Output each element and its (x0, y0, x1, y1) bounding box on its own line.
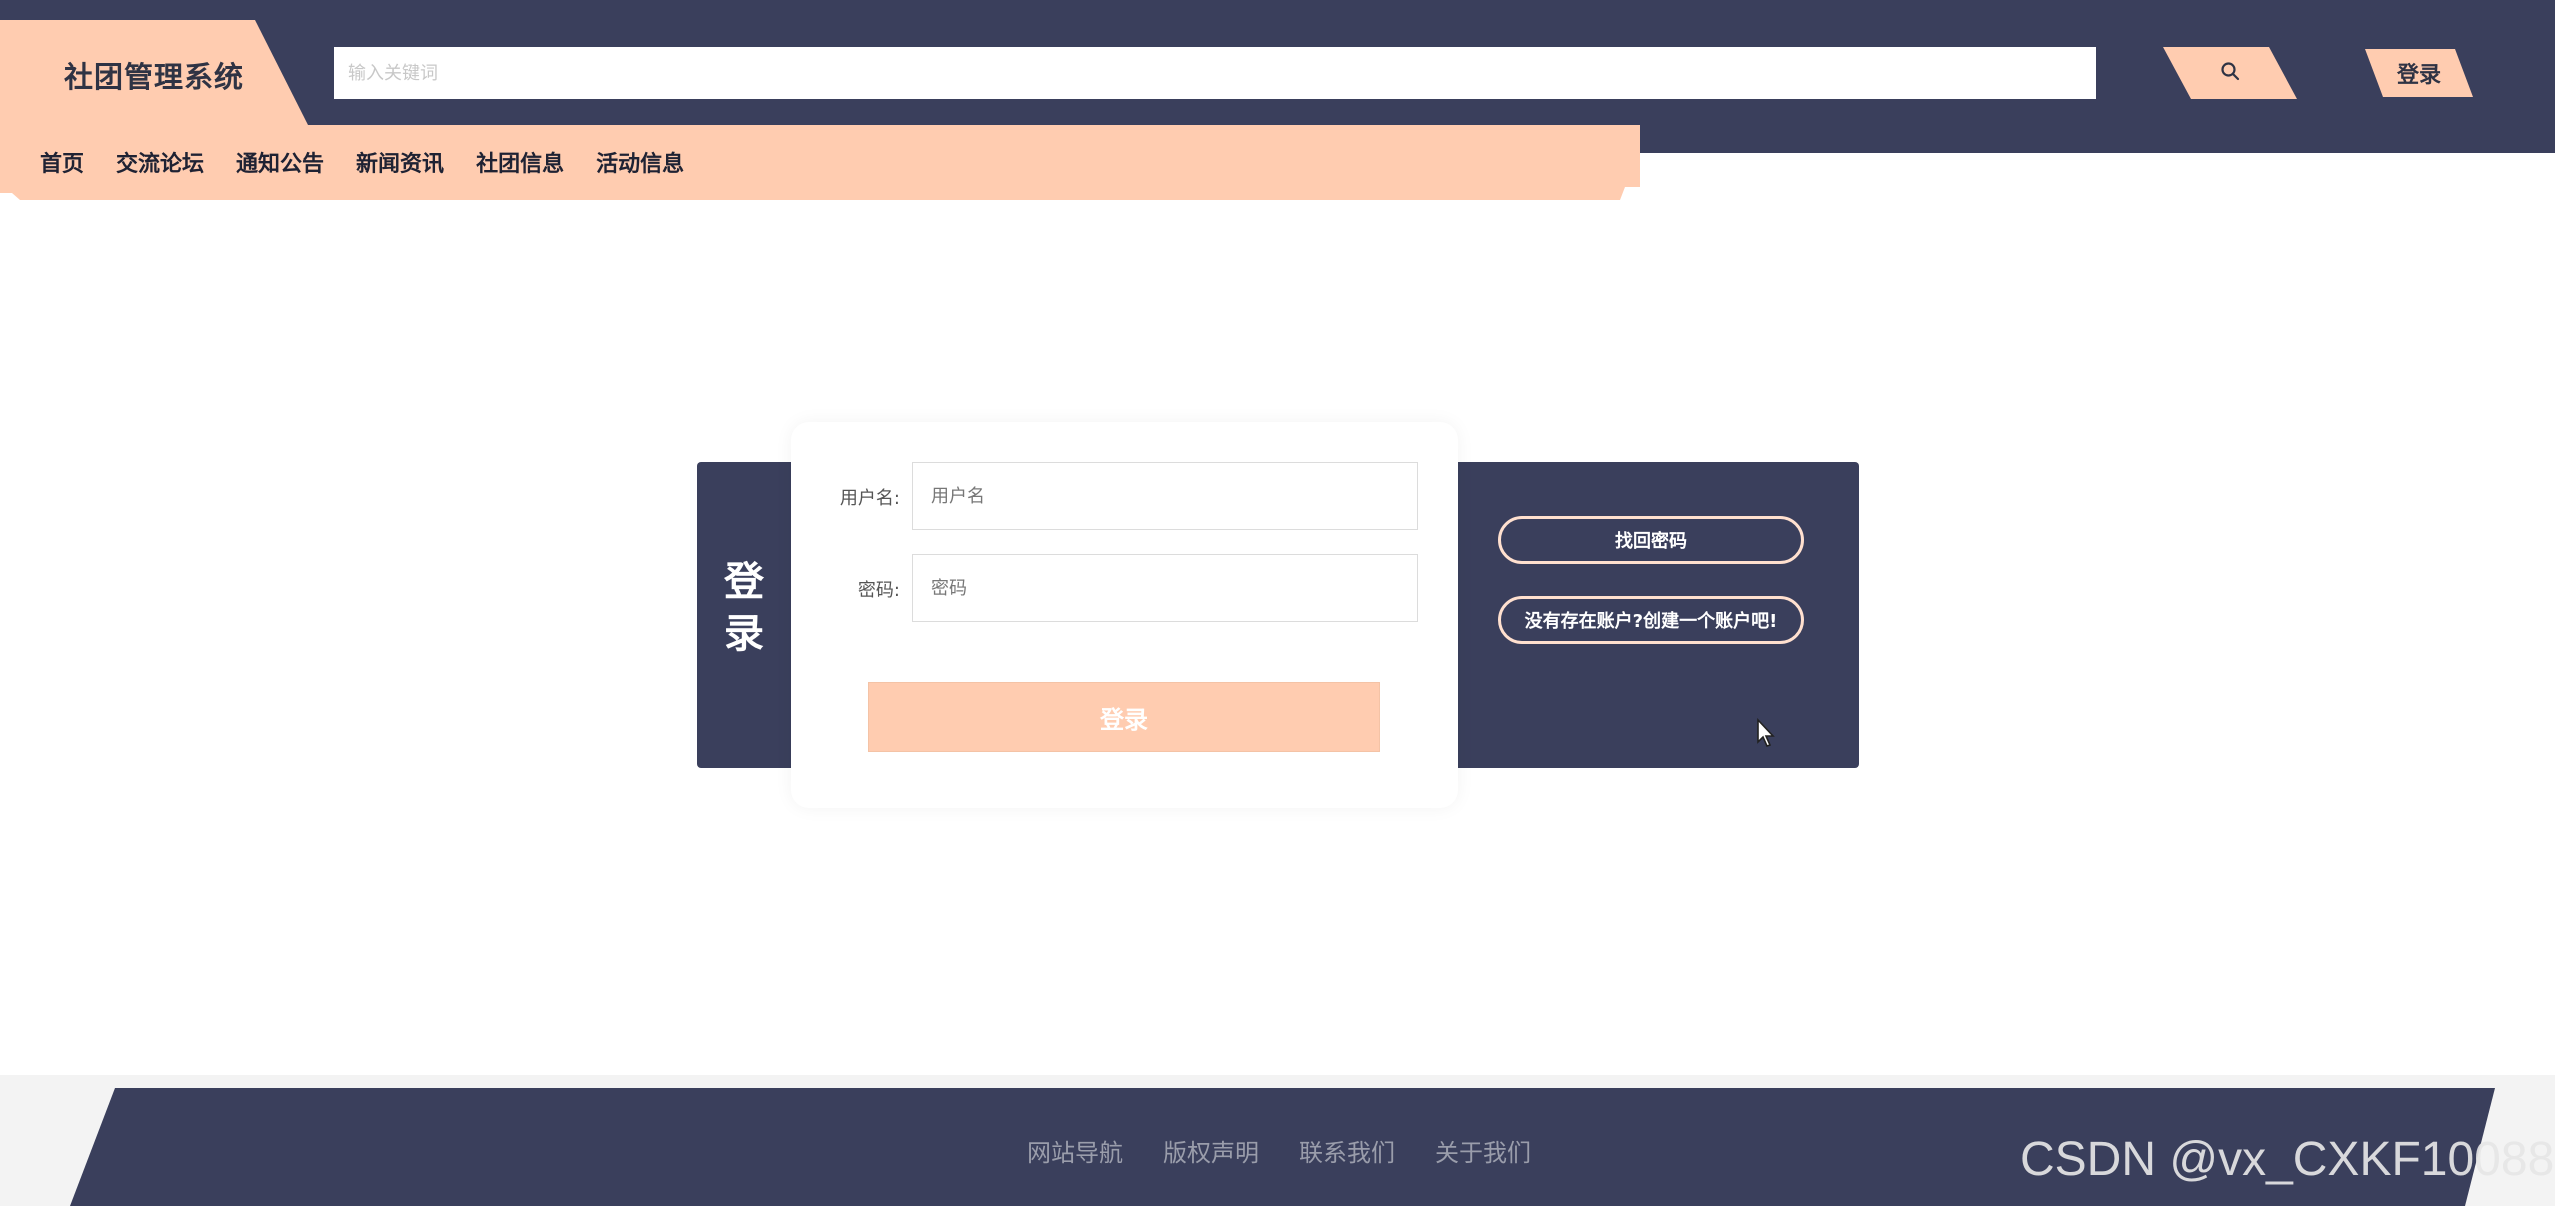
nav-item-activities[interactable]: 活动信息 (596, 146, 684, 178)
main-nav: 首页 交流论坛 通知公告 新闻资讯 社团信息 活动信息 (40, 146, 716, 178)
nav-item-news[interactable]: 新闻资讯 (356, 146, 444, 178)
register-account-button[interactable]: 没有存在账户?创建一个账户吧! (1498, 596, 1804, 644)
header-login-button[interactable]: 登录 (2365, 49, 2473, 97)
login-submit-button[interactable]: 登录 (868, 682, 1380, 752)
mouse-cursor-icon (1756, 717, 1776, 752)
footer-link-contact[interactable]: 联系我们 (1299, 1133, 1395, 1168)
login-side-title-line1: 登 (724, 559, 764, 605)
nav-item-forum[interactable]: 交流论坛 (116, 146, 204, 178)
forgot-password-button[interactable]: 找回密码 (1498, 516, 1804, 564)
username-field[interactable] (912, 462, 1418, 530)
nav-item-home[interactable]: 首页 (40, 146, 84, 178)
search-input[interactable] (334, 47, 2096, 99)
nav-item-clubs[interactable]: 社团信息 (476, 146, 564, 178)
footer-link-copyright[interactable]: 版权声明 (1163, 1133, 1259, 1168)
nav-item-notices[interactable]: 通知公告 (236, 146, 324, 178)
footer-link-about[interactable]: 关于我们 (1435, 1133, 1531, 1168)
login-side-title: 登 录 (697, 556, 791, 660)
username-label: 用户名: (839, 488, 900, 509)
footer-link-sitemap[interactable]: 网站导航 (1027, 1133, 1123, 1168)
site-title: 社团管理系统 (64, 60, 245, 94)
footer-links: 网站导航 版权声明 联系我们 关于我们 (1027, 1133, 1571, 1168)
login-side-title-line2: 录 (724, 611, 764, 657)
password-field[interactable] (912, 554, 1418, 622)
password-label: 密码: (857, 580, 900, 601)
watermark: CSDN @vx_CXKF10088 (2020, 1133, 2555, 1186)
search-icon (2220, 61, 2240, 85)
